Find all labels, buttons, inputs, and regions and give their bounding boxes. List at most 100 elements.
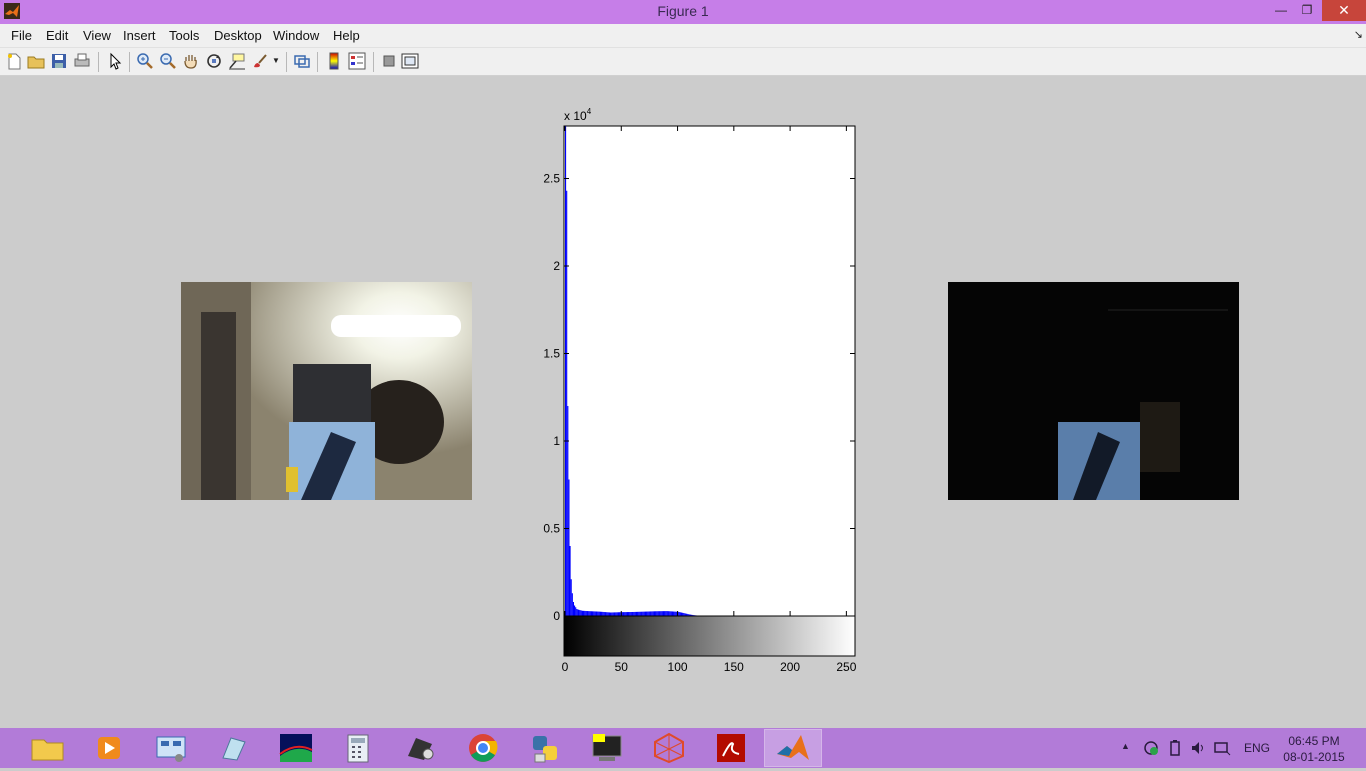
menu-tools[interactable]: Tools (169, 28, 199, 43)
restore-button[interactable]: ❐ (1295, 0, 1319, 21)
taskbar-photo-viewer[interactable] (268, 730, 324, 766)
plot-area (564, 126, 855, 616)
y-tick-label: 2.5 (543, 172, 560, 186)
rotate-3d-icon[interactable] (205, 52, 223, 70)
title-bar: Figure 1 — ❐ ✕ (0, 0, 1366, 24)
histogram-bar (565, 126, 566, 616)
zoom-in-icon[interactable] (136, 52, 154, 70)
histogram-bar (584, 611, 585, 616)
battery-icon[interactable] (1167, 740, 1183, 756)
disc-tool-icon (392, 730, 448, 766)
x-tick-label: 250 (836, 660, 856, 674)
histogram-bar (662, 611, 663, 616)
histogram-bar (582, 611, 583, 616)
print-icon[interactable] (73, 52, 91, 70)
close-button[interactable]: ✕ (1322, 0, 1366, 21)
taskbar-3d-app[interactable] (641, 730, 697, 766)
taskbar-disc-tool[interactable] (392, 730, 448, 766)
toolbar-separator (98, 52, 99, 72)
histogram-bar (611, 612, 612, 616)
histogram-bar (577, 609, 578, 616)
histogram-bar (649, 611, 650, 616)
clock-date: 08-01-2015 (1278, 749, 1350, 765)
histogram-bar (624, 612, 625, 616)
action-center-icon[interactable] (1213, 740, 1231, 756)
figure-canvas: 00.511.522.5 050100150200250 x 104 (0, 76, 1366, 728)
histogram-bar (566, 191, 567, 616)
x-tick-label: 50 (615, 660, 629, 674)
taskbar-media-player[interactable] (81, 730, 137, 766)
histogram-bar (656, 611, 657, 616)
taskbar-python[interactable] (517, 730, 573, 766)
menu-file[interactable]: File (11, 28, 32, 43)
3d-app-icon (641, 730, 697, 766)
taskbar-notepad[interactable] (205, 730, 261, 766)
histogram-bar (570, 546, 571, 616)
network-sync-icon[interactable] (1143, 740, 1159, 756)
histogram-bar (610, 613, 611, 617)
window-title: Figure 1 (0, 3, 1366, 19)
histogram-bar (631, 612, 632, 616)
show-hidden-icons-icon[interactable]: ▲ (1121, 741, 1130, 751)
save-icon[interactable] (50, 52, 68, 70)
dock-arrow-icon[interactable]: ↘ (1354, 28, 1363, 41)
histogram-bar (628, 612, 629, 616)
insert-legend-icon[interactable] (348, 52, 366, 70)
link-plot-icon[interactable] (293, 52, 311, 70)
taskbar-terminal[interactable] (579, 730, 635, 766)
show-plot-tools-icon[interactable] (401, 52, 419, 70)
menu-window[interactable]: Window (273, 28, 319, 43)
terminal-icon (579, 730, 635, 766)
histogram-bar (594, 611, 595, 616)
histogram-bar (651, 611, 652, 616)
histogram-bar (590, 611, 591, 616)
menu-help[interactable]: Help (333, 28, 360, 43)
menu-desktop[interactable]: Desktop (214, 28, 262, 43)
histogram-bar (664, 611, 665, 616)
matlab-icon (765, 730, 821, 766)
histogram-bar (638, 612, 639, 616)
histogram-bar (680, 612, 681, 616)
data-cursor-icon[interactable] (228, 52, 246, 70)
processed-image (948, 282, 1239, 500)
histogram-bar (617, 612, 618, 616)
minimize-button[interactable]: — (1270, 0, 1292, 21)
open-file-icon[interactable] (27, 52, 45, 70)
taskbar-control-panel[interactable] (143, 730, 199, 766)
volume-icon[interactable] (1190, 740, 1206, 756)
histogram-bar (613, 612, 614, 616)
taskbar-calculator[interactable] (330, 730, 386, 766)
menu-edit[interactable]: Edit (46, 28, 68, 43)
histogram-bar (665, 611, 666, 616)
new-figure-icon[interactable] (5, 52, 23, 70)
menu-insert[interactable]: Insert (123, 28, 156, 43)
zoom-out-icon[interactable] (159, 52, 177, 70)
histogram-bar (608, 612, 609, 616)
menu-view[interactable]: View (83, 28, 111, 43)
edit-plot-arrow-icon[interactable] (106, 52, 124, 70)
brush-dropdown-icon[interactable]: ▼ (272, 56, 280, 65)
clock[interactable]: 06:45 PM 08-01-2015 (1278, 733, 1350, 765)
taskbar-adobe-reader[interactable] (703, 730, 759, 766)
brush-icon[interactable] (251, 52, 269, 70)
y-tick-label: 1 (553, 434, 560, 448)
pan-hand-icon[interactable] (182, 52, 200, 70)
histogram-bar (640, 612, 641, 616)
hide-plot-tools-icon[interactable] (380, 52, 398, 70)
histogram-bar (648, 611, 649, 616)
language-indicator[interactable]: ENG (1244, 741, 1270, 755)
histogram-bar (670, 611, 671, 616)
toolbar-separator (129, 52, 130, 72)
taskbar-file-explorer[interactable] (19, 730, 75, 766)
original-image (181, 282, 472, 500)
histogram-bar (653, 611, 654, 616)
histogram-bar (635, 612, 636, 616)
taskbar-chrome[interactable] (455, 730, 511, 766)
taskbar-matlab[interactable] (765, 730, 821, 766)
x-tick-label: 0 (562, 660, 569, 674)
insert-colorbar-icon[interactable] (325, 52, 343, 70)
histogram-bar (618, 612, 619, 616)
histogram-bar (646, 612, 647, 616)
y-exponent-label: x 104 (564, 107, 592, 123)
clock-time: 06:45 PM (1278, 733, 1350, 749)
